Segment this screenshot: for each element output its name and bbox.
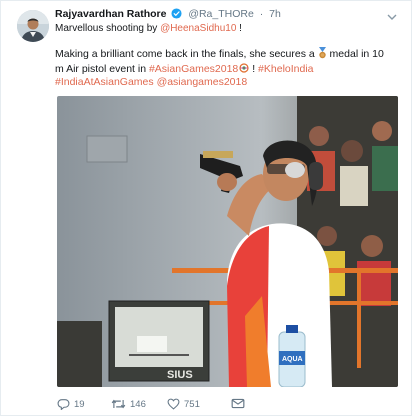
author-name[interactable]: Rajyavardhan Rathore — [55, 8, 166, 20]
tweet-text: Marvellous shooting by — [55, 23, 161, 34]
like-button[interactable]: 751 — [167, 398, 200, 410]
mention-asiangames[interactable]: @asiangames2018 — [157, 76, 248, 88]
mention-link[interactable]: @HeenaSidhu10 — [160, 23, 236, 34]
direct-message-button[interactable] — [231, 398, 245, 409]
retweet-button[interactable]: 146 — [111, 398, 146, 410]
bottle-label: AQUA — [282, 356, 303, 363]
tweet-timestamp[interactable]: 7h — [269, 8, 281, 20]
hashtag-asiangames[interactable]: #AsianGames2018 — [149, 63, 238, 75]
tweet-header: Rajyavardhan Rathore @Ra_THORe · 7h — [55, 8, 281, 23]
tweet-text: ! — [236, 23, 242, 34]
envelope-icon — [231, 398, 245, 409]
heart-icon — [167, 398, 180, 410]
hashtag-indiaatasiangames[interactable]: #IndiaAtAsianGames — [55, 76, 154, 88]
like-count: 751 — [184, 398, 200, 410]
hashtag-kheloindia[interactable]: #KheloIndia — [258, 63, 313, 75]
body-text: Making a brilliant come back in the fina… — [55, 48, 318, 60]
games-logo-icon — [238, 63, 249, 75]
meta-separator: · — [259, 8, 264, 20]
retweet-count: 146 — [130, 398, 146, 410]
reply-count: 19 — [74, 398, 85, 410]
tweet-body: Making a brilliant come back in the fina… — [55, 47, 391, 89]
reply-button[interactable]: 19 — [57, 398, 85, 410]
body-text: ! — [249, 63, 259, 75]
bronze-medal-icon — [318, 47, 327, 62]
reply-icon — [57, 398, 70, 410]
verified-badge-icon — [171, 8, 182, 23]
tweet-photo[interactable]: SIUS AQUA — [57, 96, 398, 387]
author-handle[interactable]: @Ra_THORe — [188, 8, 254, 20]
tweet-card[interactable]: Rajyavardhan Rathore @Ra_THORe · 7h Marv… — [0, 0, 412, 416]
retweet-icon — [111, 398, 126, 410]
tweet-text-line-1: Marvellous shooting by @HeenaSidhu10 ! — [55, 22, 242, 35]
chevron-down-icon[interactable] — [387, 8, 397, 20]
avatar[interactable] — [17, 10, 49, 42]
scoreboard-brand: SIUS — [167, 369, 193, 381]
